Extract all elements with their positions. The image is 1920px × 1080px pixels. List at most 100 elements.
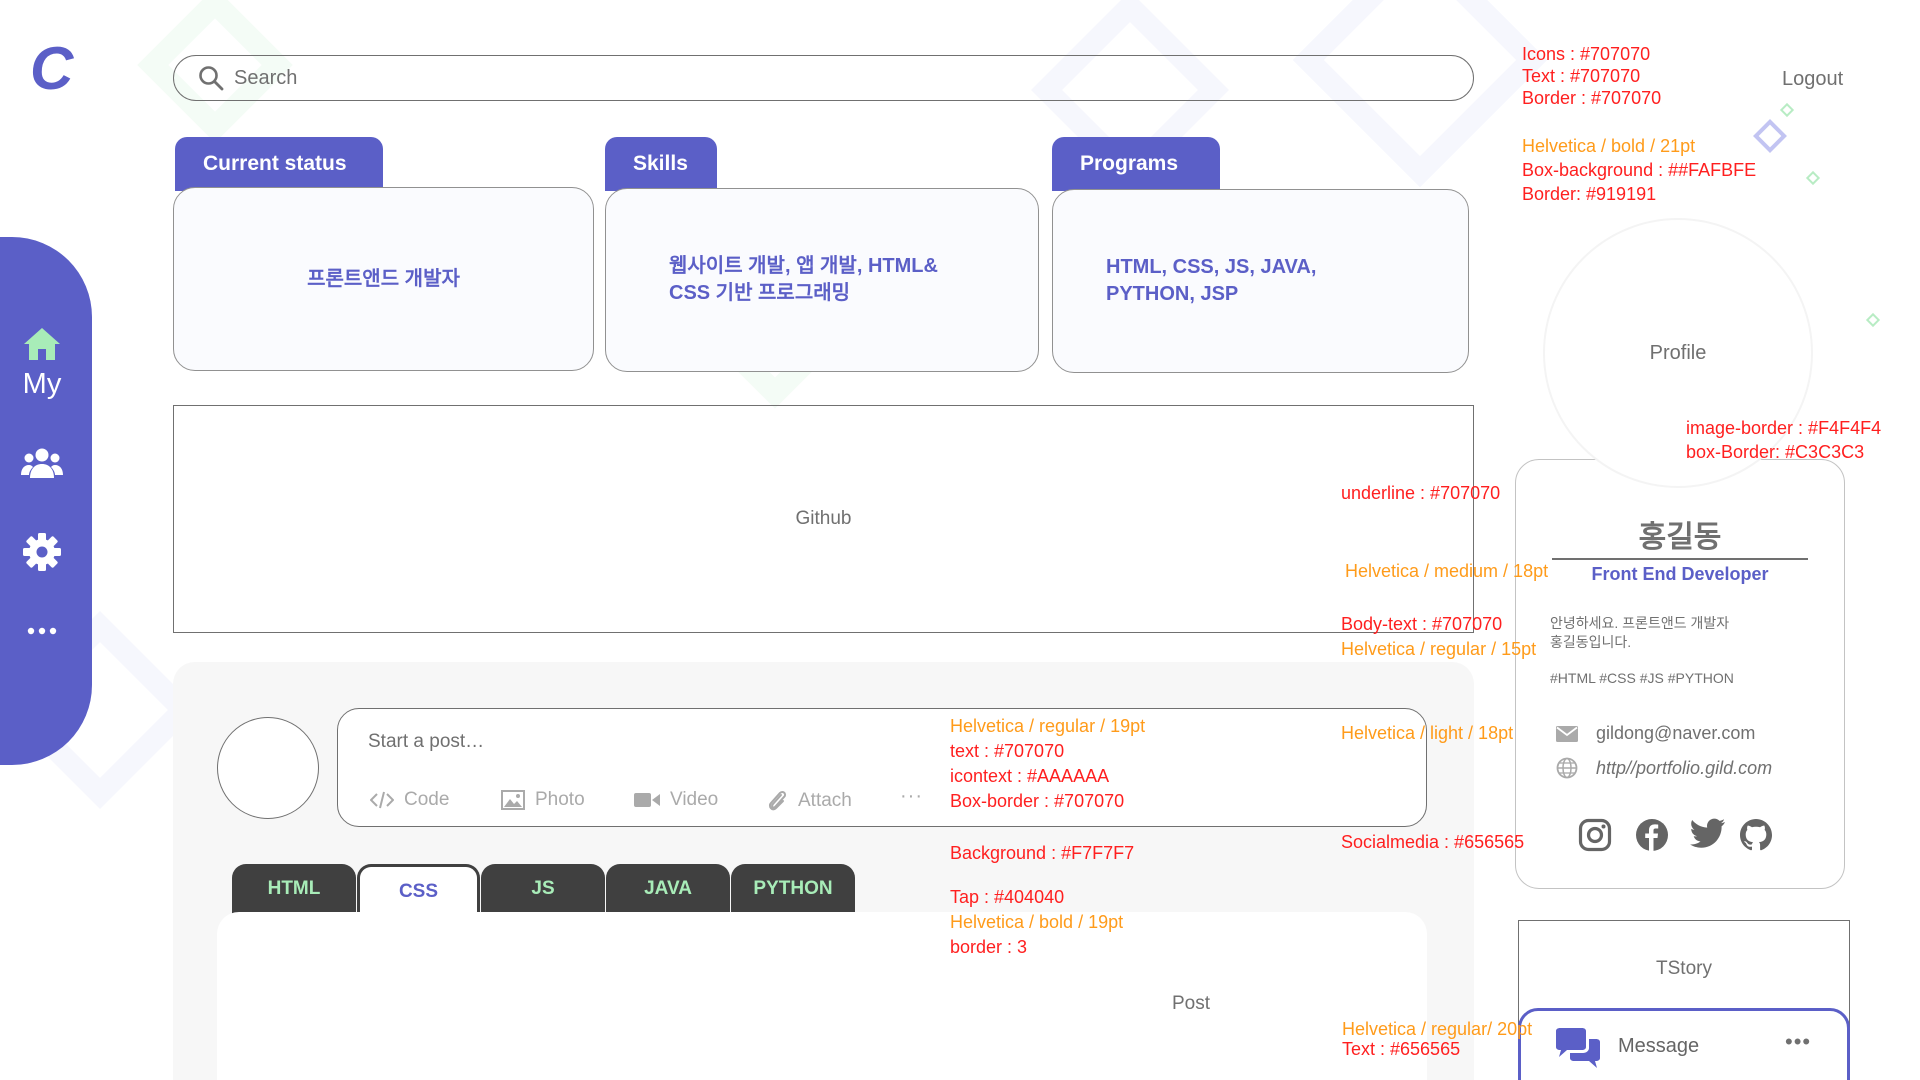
annotation-light: Helvetica / light / 18pt: [1341, 721, 1513, 746]
search-bar[interactable]: [173, 55, 1474, 101]
profile-tags: #HTML #CSS #JS #PYTHON: [1550, 670, 1734, 686]
chat-bubbles-icon: [1556, 1028, 1600, 1068]
skills-tab: Skills: [605, 137, 717, 191]
github-label: Github: [795, 508, 852, 529]
envelope-icon: [1556, 725, 1578, 742]
current-status-tab: Current status: [175, 137, 383, 191]
skills-text-line: 웹사이트 개발, 앱 개발, HTML&: [669, 255, 938, 277]
facebook-icon[interactable]: [1635, 818, 1669, 852]
tab-label: CSS: [398, 880, 439, 902]
annotation-medium: Helvetica / medium / 18pt: [1345, 559, 1548, 584]
gear-icon: [23, 533, 61, 571]
current-status-text: 프론트앤드 개발자: [307, 267, 460, 290]
attach-label: Attach: [798, 790, 852, 811]
profile-bio-line: 홍길동입니다.: [1550, 634, 1632, 650]
logout-link[interactable]: Logout: [1782, 68, 1843, 91]
profile-email[interactable]: gildong@naver.com: [1556, 723, 1755, 744]
bg-diamond-small: [1865, 312, 1881, 328]
annotation-tap: Tap : #404040 Helvetica / bold / 19pt bo…: [950, 885, 1123, 960]
tab-java[interactable]: JAVA: [606, 864, 730, 914]
annotation-line: Background : #F7F7F7: [950, 843, 1135, 863]
annotation-line: Text : #656565: [1342, 1039, 1461, 1059]
annotation-body-text: Body-text : #707070 Helvetica / regular …: [1341, 612, 1536, 662]
photo-label: Photo: [535, 789, 585, 810]
video-icon: [634, 793, 660, 807]
search-icon: [199, 66, 224, 91]
message-more-button[interactable]: •••: [1785, 1029, 1811, 1055]
github-icon[interactable]: [1739, 818, 1773, 852]
profile-bio: 안녕하세요. 프론트앤드 개발자 홍길동입니다.: [1550, 614, 1780, 652]
bg-diamond-small: [1753, 119, 1787, 153]
annotation-line: Box-background : ##FAFBFE: [1522, 160, 1757, 180]
paperclip-icon: [768, 790, 787, 811]
programs-card: HTML, CSS, JS, JAVA, PYTHON, JSP: [1052, 189, 1469, 373]
more-tools-button[interactable]: ···: [900, 785, 923, 808]
annotation-line: Tap : #404040: [950, 887, 1065, 907]
sidebar: My: [0, 237, 92, 765]
code-label: Code: [404, 789, 450, 810]
post-composer[interactable]: Start a post… Code Photo Video Attach ··…: [337, 708, 1427, 827]
annotation-line: Icons : #707070: [1522, 44, 1651, 64]
sidebar-item-my[interactable]: My: [0, 354, 84, 414]
message-bar[interactable]: Message •••: [1518, 1008, 1850, 1080]
profile-role: Front End Developer: [1591, 564, 1769, 584]
github-panel[interactable]: Github: [173, 405, 1474, 633]
tab-label: JAVA: [644, 878, 692, 899]
sidebar-item-settings[interactable]: [0, 522, 84, 582]
sidebar-item-label: My: [22, 367, 62, 400]
tab-js[interactable]: JS: [481, 864, 605, 914]
video-button[interactable]: Video: [634, 789, 718, 811]
search-input[interactable]: [234, 66, 1334, 90]
users-icon: [21, 448, 63, 478]
tab-css[interactable]: CSS: [357, 864, 480, 916]
programs-text-line: PYTHON, JSP: [1106, 283, 1239, 305]
tab-label: PYTHON: [753, 878, 833, 899]
annotation-line: Helvetica / regular/ 20pt: [1342, 1019, 1533, 1039]
skills-card: 웹사이트 개발, 앱 개발, HTML& CSS 기반 프로그래밍: [605, 188, 1039, 372]
app-logo[interactable]: C: [30, 34, 73, 103]
instagram-icon[interactable]: [1578, 818, 1612, 852]
annotation-line: box-Border: #C3C3C3: [1686, 442, 1865, 462]
annotation-line: Socialmedia : #656565: [1341, 832, 1525, 852]
annotation-line: Body-text : #707070: [1341, 614, 1503, 634]
bg-diamond-small: [1779, 102, 1795, 118]
annotation-line: Text : #707070: [1522, 66, 1641, 86]
code-button[interactable]: Code: [370, 789, 449, 811]
annotation-line: Helvetica / regular / 15pt: [1341, 639, 1537, 659]
annotation-line: text : #707070: [950, 741, 1065, 761]
annotation-line: image-border : #F4F4F4: [1686, 418, 1882, 438]
annotation-line: Helvetica / bold / 19pt: [950, 912, 1124, 932]
annotation-line: Border : #707070: [1522, 88, 1662, 108]
programs-title: Programs: [1080, 152, 1179, 175]
avatar: [217, 717, 319, 819]
sidebar-item-more[interactable]: [0, 601, 84, 661]
annotation-social: Socialmedia : #656565: [1341, 830, 1524, 855]
annotation-underline: underline : #707070: [1341, 481, 1500, 506]
programs-text-line: HTML, CSS, JS, JAVA,: [1106, 256, 1317, 278]
video-label: Video: [670, 789, 719, 810]
annotation-message: Helvetica / regular/ 20pt Text : #656565: [1342, 1019, 1532, 1059]
attach-button[interactable]: Attach: [766, 789, 852, 813]
annotation-line: Helvetica / light / 18pt: [1341, 723, 1514, 743]
annotation-top-right-font: Helvetica / bold / 21pt Box-background :…: [1522, 134, 1756, 206]
photo-icon: [501, 790, 525, 810]
tstory-label: TStory: [1656, 958, 1712, 979]
sidebar-item-friends[interactable]: [0, 433, 84, 493]
skills-title: Skills: [633, 152, 688, 175]
profile-name: 홍길동: [1638, 521, 1722, 554]
tab-label: HTML: [267, 878, 321, 899]
annotation-line: Border: #919191: [1522, 184, 1657, 204]
more-icon: [27, 627, 57, 635]
post-input-placeholder[interactable]: Start a post…: [368, 731, 484, 753]
globe-icon: [1556, 757, 1578, 779]
code-icon: [370, 791, 394, 809]
current-status-card: 프론트앤드 개발자: [173, 187, 594, 371]
tab-python[interactable]: PYTHON: [731, 864, 855, 914]
profile-website-text: http//portfolio.gild.com: [1596, 757, 1773, 778]
bg-diamond-small: [1805, 170, 1821, 186]
message-label: Message: [1618, 1035, 1700, 1057]
twitter-icon[interactable]: [1690, 818, 1726, 850]
photo-button[interactable]: Photo: [501, 789, 585, 811]
tab-html[interactable]: HTML: [232, 864, 356, 914]
profile-website[interactable]: http//portfolio.gild.com: [1556, 757, 1772, 779]
